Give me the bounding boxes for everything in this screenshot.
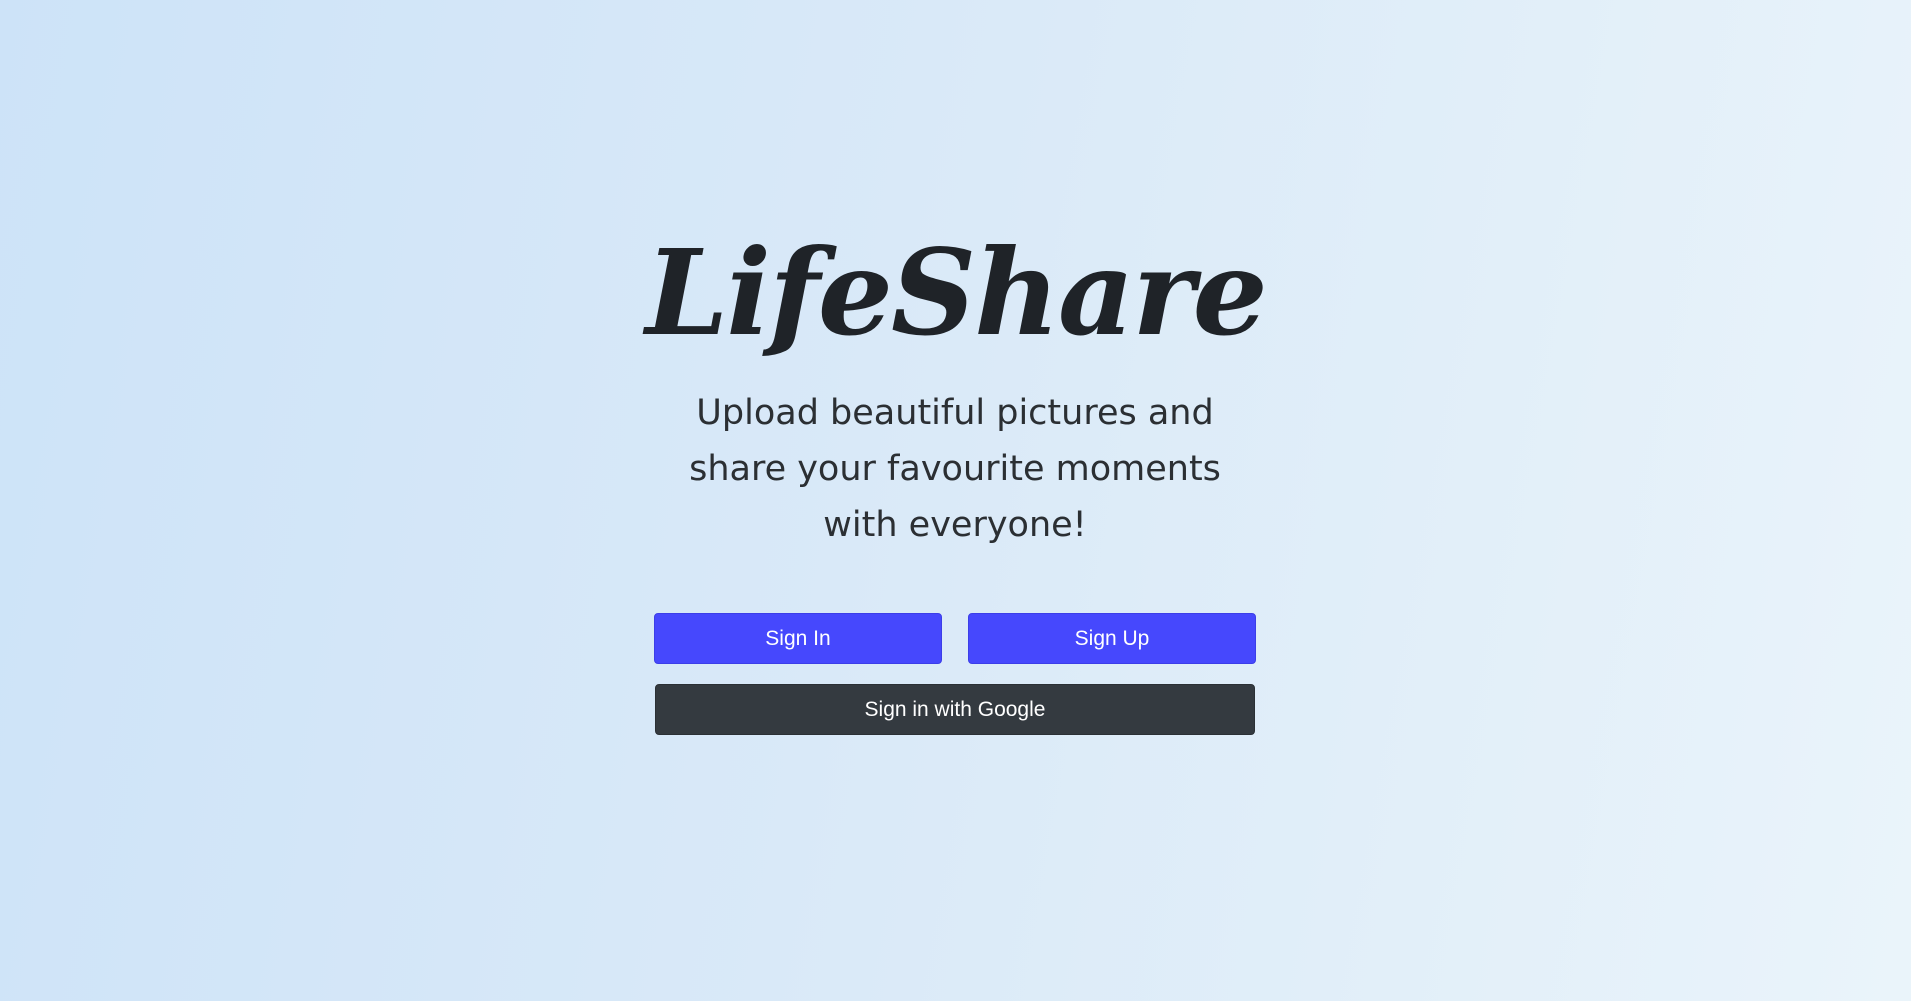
app-logo: LifeShare xyxy=(645,223,1267,362)
tagline-line: Upload beautiful pictures and xyxy=(696,393,1214,433)
tagline-line: share your favourite moments xyxy=(689,449,1221,489)
sign-in-button[interactable]: Sign In xyxy=(654,613,942,664)
tagline: Upload beautiful pictures and share your… xyxy=(655,385,1255,553)
google-sign-in-label: Sign in with Google xyxy=(864,697,1046,721)
landing-page: LifeShare Upload beautiful pictures and … xyxy=(0,0,1911,1001)
tagline-line: with everyone! xyxy=(823,505,1087,545)
sign-up-label: Sign Up xyxy=(1074,626,1150,650)
google-sign-in-button[interactable]: Sign in with Google xyxy=(655,684,1255,735)
sign-in-label: Sign In xyxy=(765,626,831,650)
sign-up-button[interactable]: Sign Up xyxy=(968,613,1256,664)
